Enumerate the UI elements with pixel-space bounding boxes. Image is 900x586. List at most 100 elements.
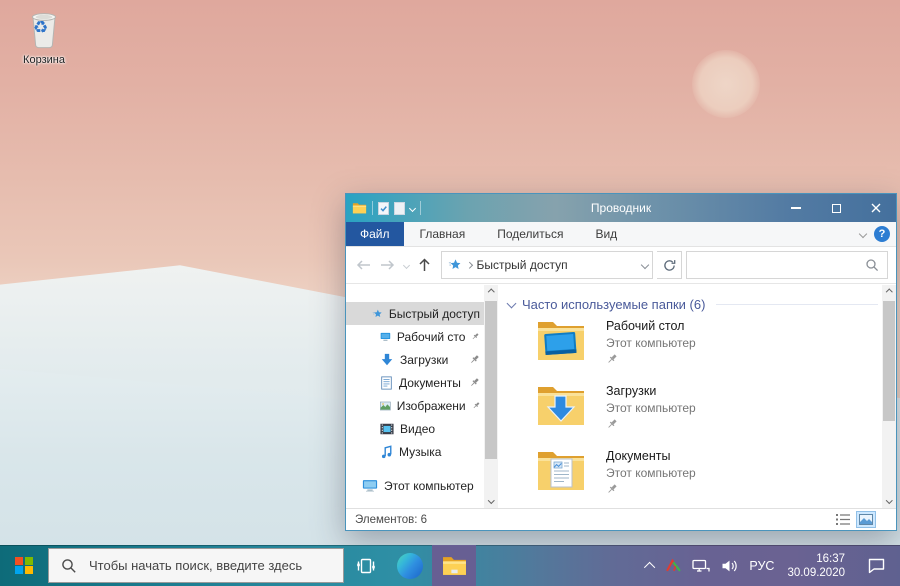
sidebar-item-label: Этот компьютер [384,479,474,493]
sidebar-item-videos[interactable]: Видео [346,417,484,440]
folder-documents-icon [536,448,586,492]
tray-app-icon[interactable] [666,559,681,572]
maximize-button[interactable] [816,194,856,222]
help-button[interactable]: ? [874,226,890,242]
qat-customize-chevron-icon[interactable] [409,204,416,211]
task-view-button[interactable] [344,545,388,586]
tray-overflow-chevron-icon[interactable] [644,561,655,572]
sidebar-item-label: Рабочий сто [397,330,466,344]
explorer-app-icon [352,202,367,214]
desktop: ♻ Корзина [0,0,900,586]
recent-locations-chevron-icon[interactable] [403,261,410,268]
recycle-bin-icon[interactable]: ♻ [26,8,62,50]
clock-date: 30.09.2020 [787,566,845,580]
download-arrow-icon [380,353,394,367]
folder-tile-desktop[interactable]: Рабочий стол Этот компьютер [536,318,696,362]
system-tray: РУС 16:37 30.09.2020 [647,545,900,586]
titlebar[interactable]: Проводник [346,194,896,222]
folder-location: Этот компьютер [606,401,696,415]
action-center-icon [867,557,886,574]
separator [372,201,373,215]
scroll-up-arrow-icon[interactable] [882,285,896,300]
taskbar: РУС 16:37 30.09.2020 [0,545,900,586]
breadcrumb[interactable]: Быстрый доступ [477,258,568,272]
folder-downloads-icon [536,383,586,427]
explorer-search-input[interactable] [695,257,865,273]
refresh-button[interactable] [657,251,682,279]
scrollbar-thumb[interactable] [883,301,895,421]
folder-view[interactable]: Часто используемые папки (6) [498,285,882,508]
refresh-icon [663,259,676,272]
sidebar-item-quick-access[interactable]: Быстрый доступ [346,302,484,325]
folder-location: Этот компьютер [606,466,696,480]
qat-new-folder-icon[interactable] [394,202,405,215]
file-explorer-icon [442,555,467,576]
computer-icon [362,479,378,492]
group-collapse-chevron-icon[interactable] [507,298,517,308]
taskbar-search-input[interactable] [87,557,331,574]
action-center-button[interactable] [856,545,896,586]
back-button[interactable] [356,259,371,271]
edge-button[interactable] [388,545,432,586]
close-icon [871,203,881,213]
minimize-button[interactable] [776,194,816,222]
search-icon [865,258,879,272]
folder-tile-documents[interactable]: Документы Этот компьютер [536,448,696,492]
quick-access-toolbar [346,201,421,215]
sidebar-item-desktop[interactable]: Рабочий сто [346,325,484,348]
large-icons-view-button[interactable] [856,511,876,528]
sidebar-item-downloads[interactable]: Загрузки [346,348,484,371]
volume-icon[interactable] [721,559,738,573]
ribbon-expand-chevron-icon[interactable] [859,230,867,238]
sidebar-item-label: Документы [399,376,461,390]
folder-name: Загрузки [606,384,696,398]
content-scrollbar[interactable] [882,285,896,508]
close-button[interactable] [856,194,896,222]
sidebar-scrollbar[interactable] [484,285,498,508]
file-explorer-button[interactable] [432,545,476,586]
tab-file[interactable]: Файл [346,222,404,246]
separator [420,201,421,215]
recycle-bin-label: Корзина [23,54,65,66]
pin-icon [472,400,480,411]
navigation-buttons [352,258,437,272]
network-icon[interactable] [692,559,710,573]
start-button[interactable] [0,545,48,586]
up-button[interactable] [418,258,431,272]
items-count: Элементов: 6 [355,514,427,526]
video-icon [380,423,394,435]
folder-tile-downloads[interactable]: Загрузки Этот компьютер [536,383,696,427]
scrollbar-thumb[interactable] [485,301,497,459]
breadcrumb-chevron-icon[interactable] [466,262,472,268]
qat-properties-icon[interactable] [378,202,389,215]
window-body: Быстрый доступ Рабочий сто [346,285,896,508]
clock[interactable]: 16:37 30.09.2020 [785,552,845,580]
scroll-up-arrow-icon[interactable] [484,285,498,300]
group-header[interactable]: Часто используемые папки (6) [508,297,878,312]
sidebar-item-this-pc[interactable]: Этот компьютер [346,474,484,497]
sidebar-item-music[interactable]: Музыка [346,440,484,463]
pin-icon [606,483,618,495]
address-bar[interactable]: Быстрый доступ [441,251,653,279]
pin-icon [471,331,480,342]
sidebar-item-documents[interactable]: Документы [346,371,484,394]
sidebar-item-pictures[interactable]: Изображени [346,394,484,417]
sidebar-item-label: Видео [400,422,435,436]
tab-view[interactable]: Вид [579,222,633,246]
scroll-down-arrow-icon[interactable] [484,493,498,508]
explorer-search-box[interactable] [686,251,888,279]
forward-button[interactable] [380,259,395,271]
scroll-down-arrow-icon[interactable] [882,493,896,508]
sidebar-item-label: Изображени [397,399,466,413]
group-header-label: Часто используемые папки (6) [522,297,705,312]
desktop-icon [380,331,391,343]
taskbar-search-box[interactable] [48,548,344,583]
tab-home[interactable]: Главная [404,222,482,246]
address-dropdown-chevron-icon[interactable] [641,261,649,269]
sidebar-item-label: Музыка [399,445,441,459]
tab-share[interactable]: Поделиться [481,222,579,246]
language-indicator[interactable]: РУС [749,559,774,573]
details-view-button[interactable] [833,511,853,528]
folder-location: Этот компьютер [606,336,696,350]
recycle-bin[interactable]: ♻ Корзина [8,8,80,68]
